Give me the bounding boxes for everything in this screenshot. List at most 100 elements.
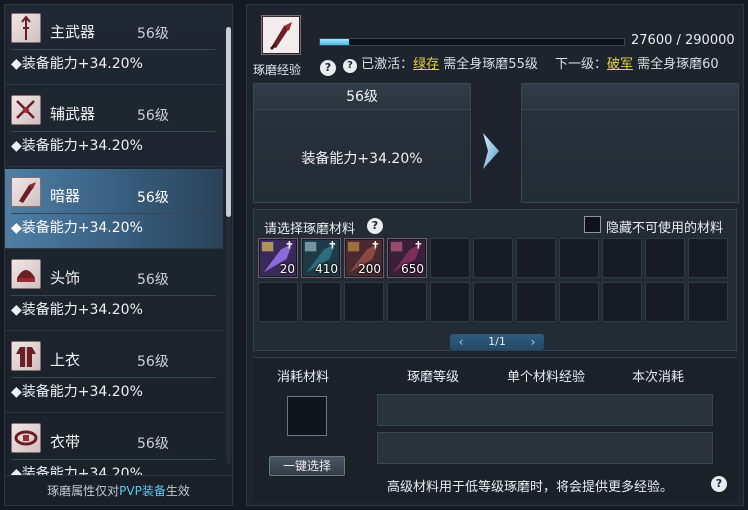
material-quantity: 650 [401,262,424,276]
page-prev-icon[interactable]: ‹ [454,334,468,350]
material-slot[interactable] [430,282,470,322]
material-slot[interactable] [602,238,642,278]
belt-icon [11,423,41,453]
slot-divider [11,377,215,378]
polish-exp-value: 27600 / 290000 [631,33,735,48]
activated-tier-link[interactable]: 绿存 [413,57,439,72]
equipment-name: 辅武器 [50,105,96,123]
crossed-swords-icon [11,95,41,125]
material-slot[interactable] [387,282,427,322]
pvp-note-highlight: PVP装备 [119,484,166,498]
equipment-stat: ◆装备能力+34.20% [11,220,143,236]
material-title: 请选择琢磨材料 [264,222,356,237]
headgear-icon [11,259,41,289]
material-slot[interactable] [473,238,513,278]
consume-hint: 高级材料用于低等级琢磨时，将会提供更多经验。 [387,480,674,495]
next-level-stat [522,110,738,148]
material-slot[interactable] [473,282,513,322]
header-this-consumption: 本次消耗 [632,370,685,385]
material-slot[interactable] [344,282,384,322]
current-level-header: 56级 [254,84,470,110]
equipment-name: 暗器 [50,187,81,205]
activated-requirement: 需全身琢磨55级 [439,57,538,72]
activated-tier: ? 已激活：绿存 需全身琢磨55级 [343,53,538,73]
polish-exp-bar [319,38,625,46]
consume-row-2 [377,432,713,464]
current-level-box: 56级 装备能力+34.20% [253,83,471,203]
equipment-slot[interactable]: 衣带 56级 ◆装备能力+34.20% [5,415,223,477]
polish-exp-icon [261,15,301,55]
polish-panel: 琢磨经验 ? 27600 / 290000 ? 已激活：绿存 需全身琢磨55级 … [246,4,744,506]
current-level-stat: 装备能力+34.20% [301,151,423,167]
auto-select-button[interactable]: 一键选择 [269,456,345,476]
material-slot[interactable]: 200 [344,238,384,278]
equipment-panel: 主武器 56级 ◆装备能力+34.20% 辅武器 56级 ◆装备能力+34.20% 暗器 56… [4,4,233,506]
page-next-icon[interactable]: › [526,334,540,350]
equipment-stat: ◆装备能力+34.20% [11,56,143,72]
slot-divider [11,131,215,132]
hidden-weapon-icon [11,177,41,207]
material-slot[interactable] [688,238,728,278]
equipment-name: 头饰 [50,269,81,287]
pvp-note-suffix: 生效 [165,484,190,498]
material-slot[interactable] [559,282,599,322]
material-slot[interactable] [602,282,642,322]
material-slot[interactable] [516,238,556,278]
equipment-slot[interactable]: 头饰 56级 ◆装备能力+34.20% [5,251,223,331]
slot-divider [11,213,215,214]
polish-exp-help-icon[interactable]: ? [320,60,336,76]
header-polish-level: 琢磨等级 [407,370,460,385]
header-unit-exp: 单个材料经验 [507,370,586,385]
equipment-level: 56级 [137,354,169,370]
material-quantity: 410 [315,262,338,276]
material-quantity: 20 [279,262,295,276]
equipment-stat: ◆装备能力+34.20% [11,384,143,400]
equipment-slot[interactable]: 上衣 56级 ◆装备能力+34.20% [5,333,223,413]
material-slot[interactable] [258,282,298,322]
next-tier: 下一级：破军 需全身琢磨60 [555,53,719,72]
page-indicator: 1/1 [488,335,506,348]
slot-divider [11,295,215,296]
material-pager: ‹ 1/1 › [450,334,544,350]
equipment-slot[interactable]: 主武器 56级 ◆装备能力+34.20% [5,5,223,85]
equipment-name: 上衣 [50,351,81,369]
material-slot[interactable]: 650 [387,238,427,278]
equipment-slot[interactable]: 辅武器 56级 ◆装备能力+34.20% [5,87,223,167]
equipment-stat: ◆装备能力+34.20% [11,138,143,154]
slot-divider [11,49,215,50]
material-slot[interactable] [301,282,341,322]
material-slot[interactable] [645,282,685,322]
next-prefix: 下一级： [555,57,608,72]
activated-help-icon[interactable]: ? [343,59,357,73]
equipment-name: 衣带 [50,433,81,451]
consume-help-icon[interactable]: ? [711,476,727,492]
next-level-header [522,84,738,110]
header-consume-material: 消耗材料 [277,370,330,385]
material-slot[interactable] [645,238,685,278]
hide-unusable-label[interactable]: 隐藏不可使用的材料 [606,217,723,236]
robe-icon [11,341,41,371]
material-slot[interactable] [559,238,599,278]
equipment-level: 56级 [137,272,169,288]
equipment-slot[interactable]: 暗器 56级 ◆装备能力+34.20% [5,169,223,249]
equipment-level: 56级 [137,190,169,206]
hide-unusable-checkbox[interactable] [584,216,601,233]
consume-material-slot[interactable] [287,396,327,436]
next-requirement: 需全身琢磨60 [633,57,719,72]
consume-row-1 [377,394,713,426]
activated-prefix: 已激活： [361,57,414,72]
pvp-note-prefix: 琢磨属性仅对 [47,484,120,498]
material-slot[interactable] [516,282,556,322]
material-slot[interactable]: 410 [301,238,341,278]
material-quantity: 200 [358,262,381,276]
material-help-icon[interactable]: ? [367,218,383,234]
next-tier-link[interactable]: 破军 [607,57,633,72]
material-slot[interactable] [430,238,470,278]
spear-icon [11,13,41,43]
pvp-note: 琢磨属性仅对PVP装备生效 [5,475,232,505]
next-level-box [521,83,739,203]
equipment-scrollbar-thumb[interactable] [226,27,231,217]
material-slot[interactable] [688,282,728,322]
equipment-level: 56级 [137,436,169,452]
material-slot[interactable]: 20 [258,238,298,278]
